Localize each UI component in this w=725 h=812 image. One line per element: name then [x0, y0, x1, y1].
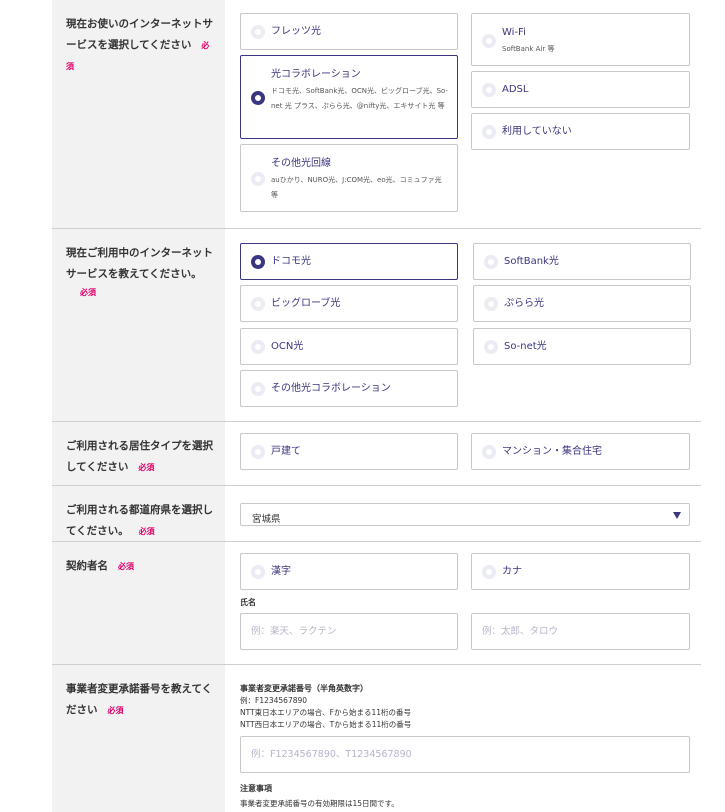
option-title: OCN光	[271, 341, 304, 352]
current-provider-label: 現在ご利用中のインターネットサービスを教えてください。	[66, 247, 213, 280]
option-title: その他光コラボレーション	[271, 383, 391, 394]
option-other-collaboration[interactable]: その他光コラボレーション	[240, 370, 458, 407]
full-name-label: 氏名	[240, 598, 256, 607]
option-softbank-hikari[interactable]: SoftBank光	[473, 243, 691, 280]
required-badge: 必須	[118, 562, 134, 571]
transfer-number-example: 例：F1234567890	[240, 696, 308, 705]
option-flets[interactable]: フレッツ光	[240, 13, 458, 50]
option-other-fiber[interactable]: その他光回線 auひかり、NURO光、J:COM光、eo光、コミュファ光 等	[240, 144, 458, 212]
radio-icon	[251, 91, 265, 105]
option-title: ドコモ光	[271, 256, 311, 267]
transfer-number-input[interactable]	[240, 736, 690, 773]
required-badge: 必須	[80, 288, 96, 297]
first-name-input[interactable]	[471, 613, 690, 650]
option-detached-house[interactable]: 戸建て	[240, 433, 458, 470]
radio-icon	[251, 297, 265, 311]
radio-icon	[251, 382, 265, 396]
option-docomo-hikari[interactable]: ドコモ光	[240, 243, 458, 280]
radio-icon	[251, 25, 265, 39]
prefecture-select[interactable]: 宮城県	[240, 503, 690, 526]
option-title: 利用していない	[502, 126, 572, 137]
radio-icon	[484, 340, 498, 354]
option-title: 光コラボレーション	[271, 69, 361, 80]
row-label: 現在お使いのインターネットサービスを選択してください 必須	[52, 0, 225, 228]
ntt-east-note: NTT東日本エリアの場合、Fから始まる11桁の番号	[240, 708, 411, 717]
option-wifi[interactable]: Wi-Fi SoftBank Air 等	[471, 13, 690, 66]
radio-icon	[482, 565, 496, 579]
required-badge: 必須	[138, 527, 155, 536]
transfer-number-label: 事業者変更承諾番号を教えてください	[66, 683, 213, 716]
radio-icon	[251, 172, 265, 186]
row-label: 事業者変更承諾番号を教えてください 必須	[52, 665, 225, 812]
radio-icon	[482, 445, 496, 459]
radio-icon	[484, 297, 498, 311]
option-title: ADSL	[502, 84, 529, 95]
option-hikari-collaboration[interactable]: 光コラボレーション ドコモ光、SoftBank光、OCN光、ビッグローブ光、So…	[240, 55, 458, 139]
option-title: So-net光	[504, 341, 547, 352]
option-title: マンション・集合住宅	[502, 446, 602, 457]
option-ocn-hikari[interactable]: OCN光	[240, 328, 458, 365]
option-title: Wi-Fi	[502, 27, 526, 38]
current-service-label: 現在お使いのインターネットサービスを選択してください	[66, 18, 213, 51]
option-kana[interactable]: カナ	[471, 553, 690, 590]
radio-icon	[482, 83, 496, 97]
selected-prefecture: 宮城県	[252, 514, 281, 525]
radio-icon	[251, 445, 265, 459]
radio-icon	[251, 340, 265, 354]
option-not-using[interactable]: 利用していない	[471, 113, 690, 150]
option-sonet-hikari[interactable]: So-net光	[473, 328, 691, 365]
required-badge: 必須	[107, 706, 124, 715]
last-name-input[interactable]	[240, 613, 458, 650]
option-title: 戸建て	[271, 446, 301, 457]
row-label: 現在ご利用中のインターネットサービスを教えてください。 必須	[52, 229, 225, 421]
option-subtitle: auひかり、NURO光、J:COM光、eo光、コミュファ光 等	[271, 176, 442, 199]
radio-icon	[482, 34, 496, 48]
application-form: 現在お使いのインターネットサービスを選択してください 必須 フレッツ光 光コラボレ…	[0, 0, 725, 812]
ntt-west-note: NTT西日本エリアの場合、Tから始まる11桁の番号	[240, 720, 412, 729]
row-label: ご利用される都道府県を選択してください。 必須	[52, 486, 225, 541]
option-title: その他光回線	[271, 158, 331, 169]
row-label: 契約者名 必須	[52, 542, 225, 664]
contractor-name-label: 契約者名	[66, 560, 108, 572]
option-title: フレッツ光	[271, 26, 321, 37]
option-title: SoftBank光	[504, 256, 559, 267]
required-badge: 必須	[138, 463, 155, 472]
radio-icon	[251, 255, 265, 269]
option-subtitle: SoftBank Air 等	[502, 45, 555, 53]
radio-icon	[251, 565, 265, 579]
transfer-number-field-title: 事業者変更承諾番号（半角英数字）	[240, 684, 368, 693]
row-label: ご利用される居住タイプを選択してください 必須	[52, 422, 225, 485]
radio-icon	[482, 125, 496, 139]
option-title: ぷらら光	[504, 298, 544, 309]
radio-icon	[484, 255, 498, 269]
option-title: カナ	[502, 566, 522, 577]
caret-down-icon	[673, 512, 681, 519]
option-title: ビッグローブ光	[271, 298, 341, 309]
caution-title: 注意事項	[240, 784, 272, 793]
option-plala-hikari[interactable]: ぷらら光	[473, 285, 691, 322]
option-title: 漢字	[271, 566, 291, 577]
option-biglobe-hikari[interactable]: ビッグローブ光	[240, 285, 458, 322]
option-subtitle: ドコモ光、SoftBank光、OCN光、ビッグローブ光、So-net 光 プラス…	[271, 87, 448, 110]
option-apartment[interactable]: マンション・集合住宅	[471, 433, 690, 470]
option-kanji[interactable]: 漢字	[240, 553, 458, 590]
caution-text: 事業者変更承諾番号の有効期限は15日間です。	[240, 799, 399, 808]
option-adsl[interactable]: ADSL	[471, 71, 690, 108]
